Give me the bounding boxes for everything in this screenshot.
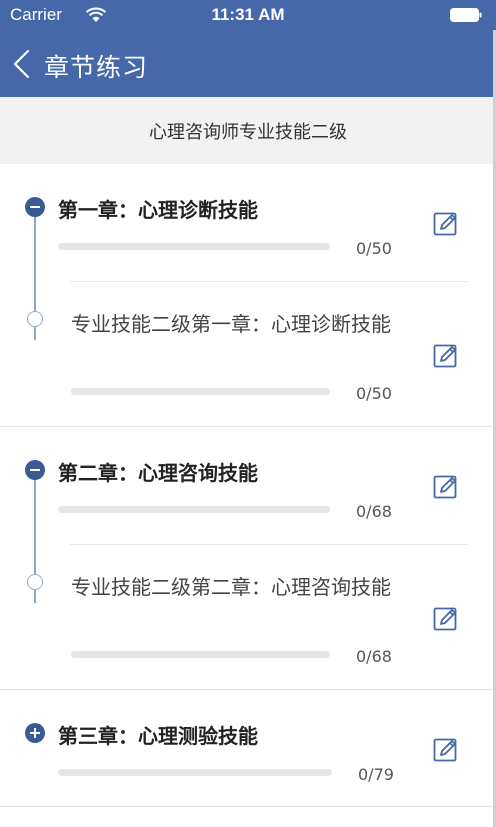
- subchapter-node: [27, 311, 43, 327]
- progress-count: 0/50: [356, 239, 392, 258]
- subchapter-row-2[interactable]: 专业技能二级第二章：心理咨询技能 0/68: [0, 544, 496, 689]
- subject-title: 心理咨询师专业技能二级: [149, 121, 347, 143]
- progress-bar: [58, 506, 330, 513]
- chapter-row-2[interactable]: 第二章：心理咨询技能 0/68: [0, 427, 496, 544]
- collapse-icon[interactable]: [25, 197, 45, 217]
- progress-bar: [58, 769, 332, 776]
- progress-count: 0/68: [356, 647, 392, 666]
- subchapter-row-1[interactable]: 专业技能二级第一章：心理诊断技能 0/50: [0, 281, 496, 426]
- expand-icon[interactable]: [25, 723, 45, 743]
- edit-icon[interactable]: [433, 211, 459, 237]
- edit-icon[interactable]: [433, 737, 459, 763]
- subchapter-title: 专业技能二级第一章：心理诊断技能: [71, 312, 391, 336]
- progress-bar: [71, 388, 330, 395]
- chapter-row-1[interactable]: 第一章：心理诊断技能 0/50: [0, 164, 496, 281]
- chapter-title: 第三章：心理测验技能: [58, 724, 258, 748]
- chapter-section-1: 第一章：心理诊断技能 0/50 专业技能二级第一章：心理诊断技能 0/50: [0, 164, 496, 427]
- edit-icon[interactable]: [433, 343, 459, 369]
- status-bar: Carrier 11:31 AM: [0, 0, 496, 30]
- battery-icon: [450, 8, 482, 22]
- subchapter-title: 专业技能二级第二章：心理咨询技能: [71, 575, 391, 599]
- progress-count: 0/79: [358, 765, 394, 784]
- clock: 11:31 AM: [211, 5, 285, 24]
- back-chevron-icon[interactable]: [10, 48, 36, 80]
- chapter-title: 第二章：心理咨询技能: [58, 461, 258, 485]
- chapter-row-3[interactable]: 第三章：心理测验技能 0/79: [0, 690, 496, 807]
- chapter-section-3: 第三章：心理测验技能 0/79: [0, 690, 496, 807]
- subchapter-node: [27, 574, 43, 590]
- progress-count: 0/50: [356, 384, 392, 403]
- nav-bar: 章节练习: [0, 30, 496, 97]
- page-title: 章节练习: [44, 53, 149, 82]
- progress-count: 0/68: [356, 502, 392, 521]
- collapse-icon[interactable]: [25, 460, 45, 480]
- screen: Carrier 11:31 AM 章节练习 心理咨询师专业技能二级 第一章：心理…: [0, 0, 496, 827]
- chapter-title: 第一章：心理诊断技能: [58, 198, 258, 222]
- chapter-list: 第一章：心理诊断技能 0/50 专业技能二级第一章：心理诊断技能 0/50 第二…: [0, 164, 496, 807]
- edit-icon[interactable]: [433, 474, 459, 500]
- chapter-section-2: 第二章：心理咨询技能 0/68 专业技能二级第二章：心理咨询技能 0/68: [0, 427, 496, 690]
- progress-bar: [58, 243, 330, 250]
- progress-bar: [71, 651, 330, 658]
- edit-icon[interactable]: [433, 606, 459, 632]
- subject-header: 心理咨询师专业技能二级: [0, 97, 496, 164]
